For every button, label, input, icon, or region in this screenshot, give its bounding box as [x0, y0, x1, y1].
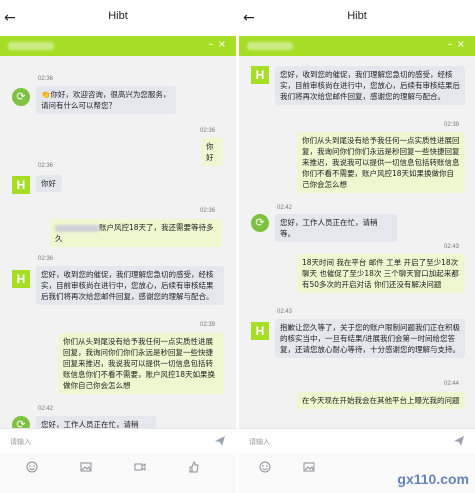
message-time: 02:43 — [277, 309, 293, 315]
chat-panel-left: ← Hibt –× 02:36 ⟳ 👏你好，欢迎咨询，很高兴为您服务，请问有什么… — [0, 0, 236, 493]
agent-message: 👏你好，欢迎咨询，很高兴为您服务，请问有什么可以帮您？ — [36, 86, 176, 114]
top-bar: ← Hibt — [0, 0, 236, 36]
message-time: 02:39 — [444, 122, 460, 128]
message-time: 02:43 — [444, 244, 460, 250]
agent-message: 你好 — [36, 175, 62, 192]
app-title: Hibt — [347, 10, 367, 22]
minimize-icon[interactable]: – — [448, 39, 457, 50]
agent-message: 您好，工作人员正在忙，请稍等。 — [275, 214, 397, 242]
message-time: 02:39 — [200, 322, 216, 328]
message-time: 02:44 — [444, 381, 460, 387]
close-icon[interactable]: × — [218, 39, 230, 50]
agent-avatar-icon: H — [251, 66, 269, 84]
redacted-text — [55, 224, 99, 232]
chat-header-bar: –× — [239, 36, 475, 56]
input-toolbar: gx110.com — [239, 453, 475, 493]
video-icon[interactable] — [134, 461, 146, 473]
agent-message: 您好，收到您的催促，我们理解您急切的感受，经核实，目前审核尚在进行中，您放心，后… — [36, 266, 224, 305]
agent-message: 您好，收到您的催促，我们理解您急切的感受，经核实，目前审核尚在进行中，您放心，后… — [275, 66, 465, 105]
agent-message: 您好，工作人员正在忙，请稍等。 — [36, 416, 156, 428]
send-icon[interactable] — [214, 435, 226, 447]
agent-avatar-icon: H — [12, 270, 30, 288]
emoji-icon[interactable] — [26, 461, 38, 473]
watermark-logo: gx110.com — [397, 471, 469, 487]
user-message: 18天时间 我在平台 邮件 工单 开启了至少18次聊天 也催促了至少18次 三个… — [297, 254, 465, 293]
image-icon[interactable] — [303, 461, 315, 473]
message-time: 02:36 — [38, 76, 54, 82]
top-bar: ← Hibt — [239, 0, 475, 36]
input-placeholder: 请输入 — [249, 438, 270, 446]
window-controls[interactable]: –× — [209, 39, 230, 50]
bot-avatar-icon: ⟳ — [251, 214, 269, 232]
chat-header-bar: –× — [0, 36, 236, 56]
minimize-icon[interactable]: – — [209, 39, 218, 50]
message-list[interactable]: 02:36 ⟳ 👏你好，欢迎咨询，很高兴为您服务，请问有什么可以帮您？ 02:3… — [0, 56, 236, 428]
message-time: 02:36 — [38, 256, 54, 262]
message-input[interactable]: 请输入 — [0, 428, 236, 453]
agent-avatar-icon: H — [12, 176, 30, 194]
bot-avatar-icon: ⟳ — [12, 88, 30, 106]
message-time: 02:36 — [200, 128, 216, 134]
redacted-agent-name — [8, 42, 54, 50]
message-time: 02:42 — [277, 205, 293, 211]
agent-avatar-icon: H — [251, 322, 269, 340]
app-title: Hibt — [108, 10, 128, 22]
input-placeholder: 请输入 — [10, 438, 31, 446]
bot-avatar-icon: ⟳ — [12, 416, 30, 428]
chat-panel-right: ← Hibt –× H 您好，收到您的催促，我们理解您急切的感受，经核实，目前审… — [239, 0, 475, 493]
message-input[interactable]: 请输入 — [239, 428, 475, 453]
user-message: 你们从头到尾没有给予我任何一点实质性进展回复，我询问你们你们永远是秒回复一些快捷… — [58, 333, 224, 394]
message-list[interactable]: H 您好，收到您的催促，我们理解您急切的感受，经核实，目前审核尚在进行中，您放心… — [239, 56, 475, 428]
user-message: 你们从头到尾没有给予我任何一点实质性进展回复，我询问你们你们永远是秒回复一些快捷… — [297, 132, 465, 193]
user-message: 你好 — [201, 138, 223, 166]
message-time: 02:36 — [200, 208, 216, 214]
user-message: 在今天现在开始我会在其他平台上曝光我的问题 — [297, 392, 465, 409]
emoji-icon[interactable] — [259, 461, 271, 473]
input-toolbar — [0, 453, 236, 493]
redacted-agent-name — [247, 42, 293, 50]
close-icon[interactable]: × — [457, 39, 469, 50]
message-time: 02:42 — [38, 406, 54, 412]
window-controls[interactable]: –× — [448, 39, 469, 50]
agent-message: 抱歉让您久等了，关于您的账户限制问题我们正在积极的核实当中，一旦有结果/进展我们… — [275, 319, 465, 358]
message-time: 02:36 — [38, 163, 54, 169]
user-message: 账户风控18天了，我还需要等待多久 — [50, 219, 222, 247]
image-icon[interactable] — [80, 461, 92, 473]
send-icon[interactable] — [453, 435, 465, 447]
thumbs-up-icon[interactable] — [188, 461, 200, 473]
